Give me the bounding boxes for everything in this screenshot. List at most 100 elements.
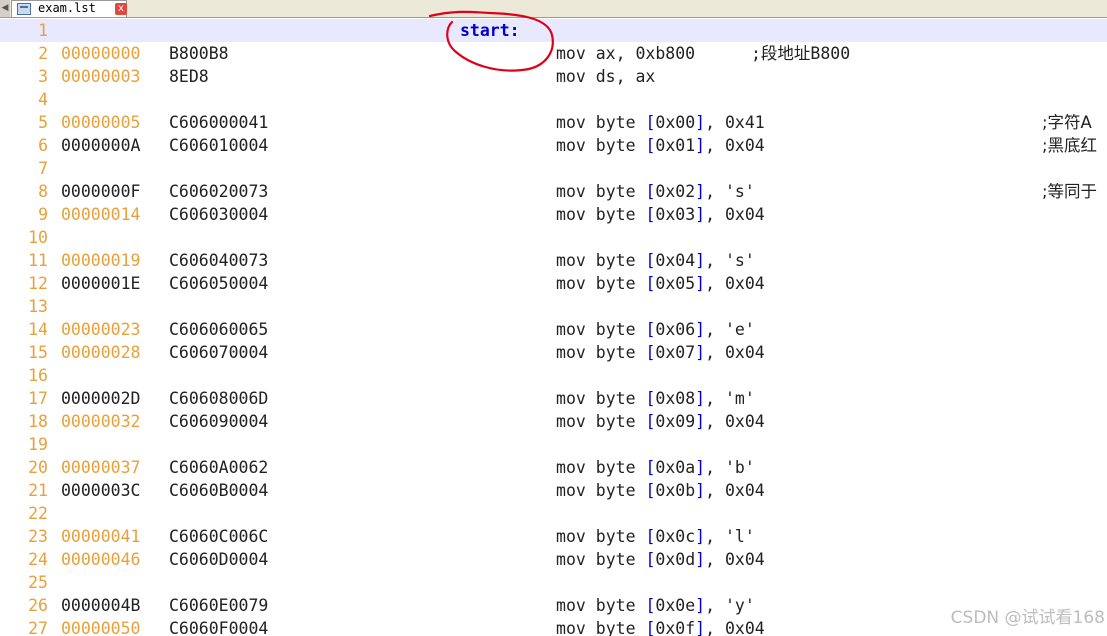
- instruction: mov byte [0x08], 'm': [556, 389, 755, 408]
- tab-scroll-left-icon[interactable]: ◀: [0, 0, 10, 17]
- line-number: 11: [28, 251, 48, 270]
- line-number: 16: [28, 366, 48, 385]
- bracket: ]: [695, 458, 706, 477]
- address: 0000001E: [61, 274, 141, 293]
- instruction: mov byte [0x0d], 0x04: [556, 550, 765, 569]
- bracket: ]: [695, 389, 706, 408]
- bracket: ]: [695, 320, 706, 339]
- bracket: ]: [695, 251, 706, 270]
- address: 0000000A: [61, 136, 141, 155]
- bracket: [: [645, 205, 656, 224]
- code-line[interactable]: 3 00000003 8ED8 mov ds, ax: [0, 65, 1107, 88]
- bracket: [: [645, 550, 656, 569]
- code-line[interactable]: 1 start:: [0, 19, 1107, 42]
- code-line[interactable]: 13: [0, 295, 1107, 318]
- bracket: ]: [695, 136, 706, 155]
- comment: ;字符A: [1042, 113, 1092, 132]
- bracket: [: [645, 274, 656, 293]
- address: 0000004B: [61, 596, 141, 615]
- bracket: ]: [695, 550, 706, 569]
- bracket: [: [645, 113, 656, 132]
- line-number: 22: [28, 504, 48, 523]
- address: 00000014: [61, 205, 141, 224]
- code-line[interactable]: 9 00000014 C606030004 mov byte [0x03], 0x04: [0, 203, 1107, 226]
- address: 00000003: [61, 67, 141, 86]
- bracket: [: [645, 320, 656, 339]
- line-number: 24: [28, 550, 48, 569]
- bracket: ]: [695, 205, 706, 224]
- code-line[interactable]: 15 00000028 C606070004 mov byte [0x07], 0x0…: [0, 341, 1107, 364]
- bracket: ]: [695, 596, 706, 615]
- bracket: [: [645, 596, 656, 615]
- instruction: mov byte [0x0a], 'b': [556, 458, 755, 477]
- code-line[interactable]: 12 0000001E C606050004 mov byte [0x05], 0x0…: [0, 272, 1107, 295]
- machine-code: C606010004: [169, 136, 269, 155]
- line-number: 12: [28, 274, 48, 293]
- address: 0000000F: [61, 182, 141, 201]
- code-line[interactable]: 20 00000037 C6060A0062 mov byte [0x0a], 'b': [0, 456, 1107, 479]
- code-line[interactable]: 10: [0, 226, 1107, 249]
- bracket: [: [645, 412, 656, 431]
- bracket: [: [645, 389, 656, 408]
- instruction: mov byte [0x07], 0x04: [556, 343, 765, 362]
- code-line[interactable]: 11 00000019 C606040073 mov byte [0x04], 's': [0, 249, 1107, 272]
- tab-exam-lst[interactable]: exam.lst x: [11, 0, 127, 17]
- code-line[interactable]: 26 0000004B C6060E0079 mov byte [0x0e], 'y': [0, 594, 1107, 617]
- bracket: ]: [695, 343, 706, 362]
- bracket: [: [645, 136, 656, 155]
- code-editor[interactable]: 1 start: 2 00000000 B800B8 mov ax, 0xb800 ;段地址…: [0, 18, 1107, 636]
- code-line[interactable]: 19: [0, 433, 1107, 456]
- machine-code: C606000041: [169, 113, 269, 132]
- code-line[interactable]: 16: [0, 364, 1107, 387]
- bracket: [: [645, 182, 656, 201]
- code-line[interactable]: 25: [0, 571, 1107, 594]
- code-line[interactable]: 22: [0, 502, 1107, 525]
- code-line[interactable]: 17 0000002D C60608006D mov byte [0x08], 'm': [0, 387, 1107, 410]
- line-number: 7: [38, 159, 48, 178]
- line-number: 26: [28, 596, 48, 615]
- code-line[interactable]: 8 0000000F C606020073 mov byte [0x02], 's';…: [0, 180, 1107, 203]
- code-line[interactable]: 5 00000005 C606000041 mov byte [0x00], 0x41…: [0, 111, 1107, 134]
- instruction: mov byte [0x0f], 0x04: [556, 619, 765, 636]
- bracket: ]: [695, 274, 706, 293]
- line-number: 20: [28, 458, 48, 477]
- bracket: [: [645, 343, 656, 362]
- line-number: 2: [38, 44, 48, 63]
- code-line[interactable]: 2 00000000 B800B8 mov ax, 0xb800 ;段地址B800: [0, 42, 1107, 65]
- line-number: 6: [38, 136, 48, 155]
- code-line[interactable]: 6 0000000A C606010004 mov byte [0x01], 0x04…: [0, 134, 1107, 157]
- machine-code: B800B8: [169, 44, 229, 63]
- machine-code: C606040073: [169, 251, 269, 270]
- tab-title: exam.lst: [38, 1, 96, 15]
- instruction: mov ax, 0xb800: [556, 44, 696, 63]
- bracket: ]: [695, 412, 706, 431]
- comment: ;黑底红: [1042, 136, 1098, 155]
- address: 00000041: [61, 527, 141, 546]
- address: 00000032: [61, 412, 141, 431]
- code-line[interactable]: 24 00000046 C6060D0004 mov byte [0x0d], 0x0…: [0, 548, 1107, 571]
- machine-code: C606020073: [169, 182, 269, 201]
- instruction: mov byte [0x00], 0x41: [556, 113, 765, 132]
- instruction: mov byte [0x0c], 'l': [556, 527, 755, 546]
- instruction: mov byte [0x02], 's': [556, 182, 755, 201]
- code-line[interactable]: 4: [0, 88, 1107, 111]
- code-line[interactable]: 21 0000003C C6060B0004 mov byte [0x0b], 0x0…: [0, 479, 1107, 502]
- line-number: 17: [28, 389, 48, 408]
- line-number: 9: [38, 205, 48, 224]
- code-line[interactable]: 27 00000050 C6060F0004 mov byte [0x0f], 0x0…: [0, 617, 1107, 636]
- code-line[interactable]: 18 00000032 C606090004 mov byte [0x09], 0x0…: [0, 410, 1107, 433]
- line-number: 5: [38, 113, 48, 132]
- machine-code: C6060F0004: [169, 619, 269, 636]
- close-icon[interactable]: x: [115, 3, 127, 15]
- address: 00000050: [61, 619, 141, 636]
- instruction: mov byte [0x04], 's': [556, 251, 755, 270]
- bracket: ]: [695, 481, 706, 500]
- instruction: mov ds, ax: [556, 67, 656, 86]
- code-line[interactable]: 7: [0, 157, 1107, 180]
- address: 00000046: [61, 550, 141, 569]
- code-line[interactable]: 23 00000041 C6060C006C mov byte [0x0c], 'l': [0, 525, 1107, 548]
- machine-code: C6060C006C: [169, 527, 269, 546]
- machine-code: C6060B0004: [169, 481, 269, 500]
- code-line[interactable]: 14 00000023 C606060065 mov byte [0x06], 'e': [0, 318, 1107, 341]
- address: 00000028: [61, 343, 141, 362]
